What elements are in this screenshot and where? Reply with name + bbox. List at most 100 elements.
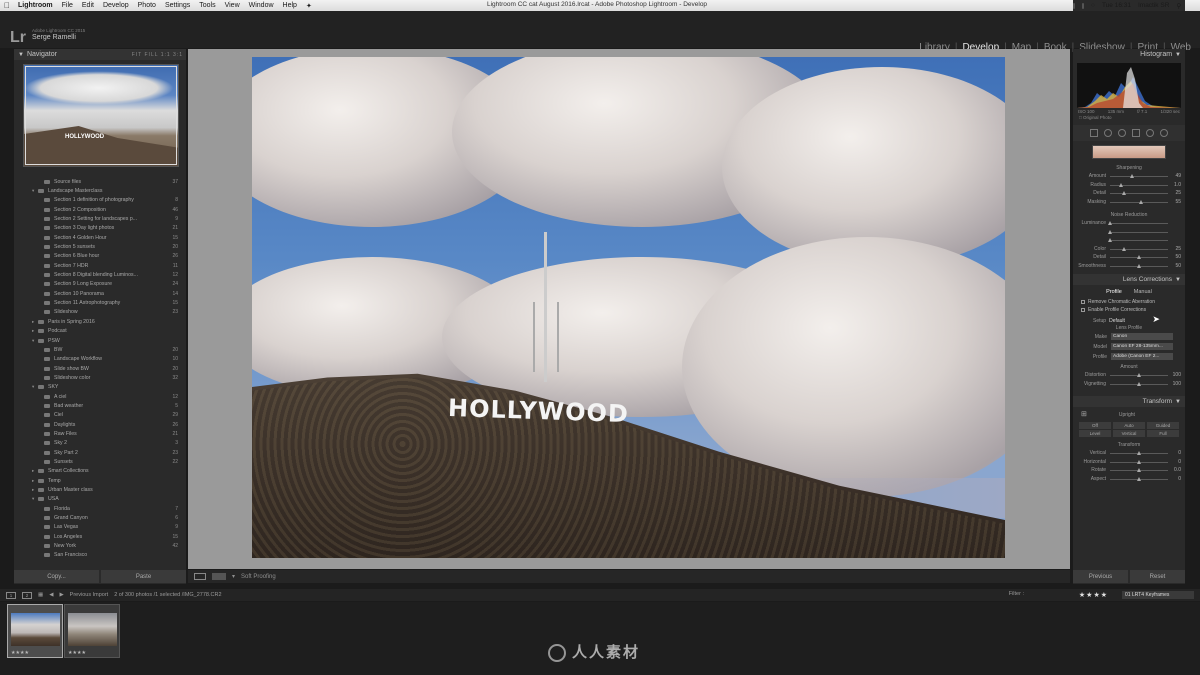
slider-thumb[interactable] [1107, 221, 1112, 225]
collection-item[interactable]: Slideshow color 32 [14, 373, 186, 382]
slider-thumb[interactable] [1136, 459, 1141, 464]
menu-photo[interactable]: Photo [138, 2, 156, 9]
collection-item[interactable]: Sky 2 3 [14, 439, 186, 448]
collection-item[interactable]: ▸ Temp [14, 476, 186, 485]
menu-view[interactable]: View [225, 2, 240, 9]
slider-thumb[interactable] [1136, 468, 1141, 472]
collection-item[interactable]: Sky Part 2 23 [14, 448, 186, 457]
clock[interactable]: Tue 16:31 [1102, 2, 1131, 9]
slider-value[interactable]: 50 [1175, 263, 1181, 269]
user-name[interactable]: Imactik SR [1138, 2, 1169, 9]
slider-value[interactable]: 0.0 [1174, 467, 1181, 473]
filmstrip-thumbnail[interactable]: ★★★★ [7, 604, 63, 658]
collection-item[interactable]: A ciel 12 [14, 392, 186, 401]
slider-value[interactable]: 0 [1178, 450, 1181, 456]
spot-removal-icon[interactable] [1104, 129, 1112, 137]
menu-file[interactable]: File [62, 2, 73, 9]
collection-item[interactable]: Slide show BW 20 [14, 364, 186, 373]
upright-level-button[interactable]: Level [1079, 430, 1111, 437]
collection-item[interactable]: Landscape Workflow 10 [14, 355, 186, 364]
original-photo-checkbox[interactable]: □ Original Photo [1073, 115, 1185, 123]
slider-value[interactable]: 1.0 [1174, 182, 1181, 188]
selection-info[interactable]: 2 of 300 photos /1 selected /IMG_2778.CR… [114, 592, 221, 598]
collapse-triangle-icon[interactable]: ▼ [1175, 277, 1181, 283]
collection-item[interactable]: ▾ USA [14, 495, 186, 504]
crop-tool-icon[interactable] [1090, 129, 1098, 137]
model-select[interactable]: Canon EF 28-135mm... [1111, 343, 1173, 350]
slider-thumb[interactable] [1107, 229, 1112, 234]
slider-value[interactable]: 100 [1173, 372, 1181, 378]
setup-value[interactable]: Default [1109, 318, 1125, 324]
collection-item[interactable]: Source files 37 [14, 177, 186, 186]
menu-help[interactable]: Help [283, 2, 297, 9]
collection-item[interactable]: ▸ Urban Master class [14, 485, 186, 494]
collection-item[interactable]: Section 2 Setting for landscapes p... 9 [14, 214, 186, 223]
collection-item[interactable]: ▸ Smart Collections [14, 467, 186, 476]
display-icon[interactable] [1073, 2, 1075, 9]
histogram[interactable] [1077, 63, 1181, 108]
collection-item[interactable]: San Francisco [14, 551, 186, 560]
apple-icon[interactable]:  [4, 1, 10, 10]
menu-settings[interactable]: Settings [165, 2, 190, 9]
collection-item[interactable]: Section 7 HDR 11 [14, 261, 186, 270]
slider-value[interactable]: 55 [1175, 199, 1181, 205]
collection-item[interactable]: BW 20 [14, 345, 186, 354]
before-after-icon[interactable] [212, 573, 226, 580]
source-label[interactable]: Previous Import [70, 592, 109, 598]
collection-item[interactable]: ▾ SKY [14, 383, 186, 392]
collection-item[interactable]: Section 5 sunsets 20 [14, 242, 186, 251]
tab-profile[interactable]: Profile [1106, 289, 1122, 298]
upright-vertical-button[interactable]: Vertical [1113, 430, 1145, 437]
menu-edit[interactable]: Edit [82, 2, 94, 9]
slider-track[interactable] [1110, 193, 1168, 194]
page-2-button[interactable]: 2 [22, 591, 32, 599]
grid-icon[interactable]: ▦ [38, 592, 43, 598]
collection-item[interactable]: Bad weather 5 [14, 401, 186, 410]
page-1-button[interactable]: 1 [6, 591, 16, 599]
slider-thumb[interactable] [1136, 263, 1141, 268]
red-eye-icon[interactable] [1118, 129, 1126, 137]
battery-icon[interactable] [1082, 2, 1084, 9]
spotlight-icon[interactable]: ⚲ [1176, 2, 1181, 10]
collection-item[interactable]: Los Angeles 15 [14, 532, 186, 541]
copy-button[interactable]: Copy... [14, 570, 99, 583]
detail-preview[interactable] [1092, 145, 1166, 159]
radial-filter-icon[interactable] [1146, 129, 1154, 137]
collection-item[interactable]: Section 11 Astrophotography 15 [14, 298, 186, 307]
profile-select[interactable]: Adobe (Canon EF 2... [1111, 353, 1173, 360]
lens-corrections-header[interactable]: Lens Corrections ▼ [1073, 274, 1185, 285]
slider-thumb[interactable] [1139, 199, 1144, 204]
collection-item[interactable]: Raw Files 21 [14, 429, 186, 438]
slider-thumb[interactable] [1136, 451, 1141, 455]
tab-manual[interactable]: Manual [1134, 289, 1152, 298]
forward-arrow-icon[interactable]: ▶ [59, 592, 63, 598]
collapse-triangle-icon[interactable]: ▼ [1175, 399, 1181, 405]
filter-preset-select[interactable]: 01 LRT4 Keyframes [1122, 591, 1194, 599]
collapse-triangle-icon[interactable]: ▼ [1175, 52, 1181, 58]
slider-thumb[interactable] [1129, 174, 1134, 178]
slider-track[interactable] [1110, 248, 1168, 250]
previous-button[interactable]: Previous [1073, 570, 1128, 583]
collection-item[interactable]: Section 9 Long Exposure 24 [14, 280, 186, 289]
collection-item[interactable]: Slideshow 23 [14, 308, 186, 317]
slider-track[interactable] [1110, 240, 1168, 241]
collection-item[interactable]: ▸ Paris in Spring 2016 [14, 317, 186, 326]
collection-item[interactable]: Section 2 Composition 46 [14, 205, 186, 214]
rating-filter[interactable]: ★★★★ [1079, 591, 1108, 599]
slider-thumb[interactable] [1122, 246, 1126, 251]
remove-ca-checkbox[interactable]: Remove Chromatic Aberration [1073, 298, 1185, 306]
enable-profile-checkbox[interactable]: Enable Profile Corrections [1073, 306, 1185, 314]
collection-item[interactable]: Sunsets 22 [14, 457, 186, 466]
collection-item[interactable]: Section 3 Day light photos 21 [14, 224, 186, 233]
slider-track[interactable] [1110, 223, 1168, 224]
menu-tools[interactable]: Tools [199, 2, 215, 9]
upright-guided-button[interactable]: Guided [1147, 422, 1179, 429]
slider-thumb[interactable] [1107, 238, 1112, 242]
view-options-arrow-icon[interactable]: ▾ [232, 573, 235, 580]
collection-item[interactable]: Ciel 29 [14, 411, 186, 420]
slider-value[interactable]: 50 [1175, 254, 1181, 260]
upright-auto-button[interactable]: Auto [1113, 422, 1145, 429]
menu-app[interactable]: Lightroom [18, 2, 53, 9]
brush-icon[interactable] [1160, 129, 1168, 137]
slider-thumb[interactable] [1136, 381, 1141, 386]
